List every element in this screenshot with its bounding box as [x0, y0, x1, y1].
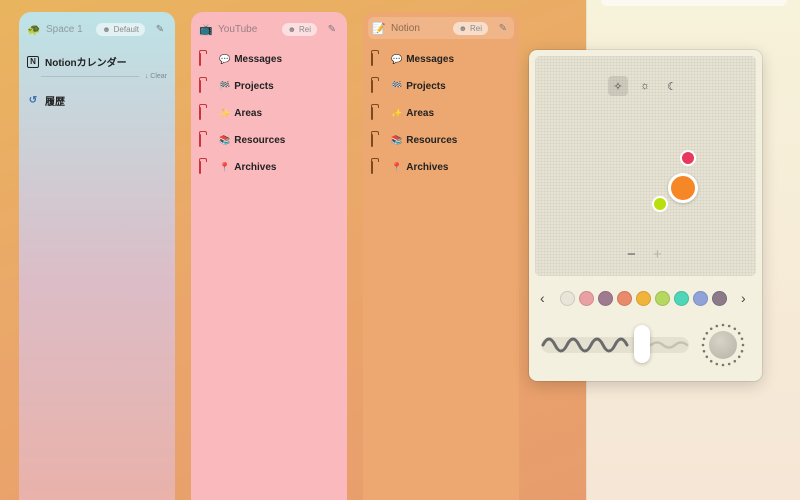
swatch[interactable]: [617, 291, 632, 306]
pin-icon: 📍: [219, 162, 231, 172]
wave-track-icon: [541, 337, 689, 353]
next-swatches-button[interactable]: ›: [741, 290, 746, 306]
folder-icon: [199, 79, 213, 93]
folder-icon: [199, 52, 213, 66]
profile-badge[interactable]: ☻ Rei: [281, 22, 317, 36]
folder-item-projects[interactable]: 🏁 Projects: [199, 73, 339, 100]
dial-knob[interactable]: [709, 331, 737, 359]
moon-icon[interactable]: ☾: [662, 76, 682, 96]
turtle-icon: 🐢: [27, 23, 41, 36]
swatch[interactable]: [655, 291, 670, 306]
folder-item-projects[interactable]: 🏁 Projects: [371, 73, 511, 100]
pin-icon: 📍: [391, 162, 403, 172]
folder-icon: [371, 133, 385, 147]
space-title: Notion: [391, 22, 420, 34]
books-icon: 📚: [391, 135, 403, 145]
edit-icon[interactable]: ✎: [153, 24, 167, 35]
folder-item-resources[interactable]: 📚 Resources: [371, 127, 511, 154]
color-grid-canvas[interactable]: ✧ ☼ ☾ − +: [535, 56, 756, 276]
folder-item-archives[interactable]: 📍 Archives: [199, 154, 339, 181]
space-header[interactable]: 🐢 Space 1 ☻ Default ✎: [27, 20, 167, 38]
smiley-icon: ☻: [287, 24, 296, 34]
folder-icon: [371, 52, 385, 66]
folder-item-messages[interactable]: 💬 Messages: [371, 46, 511, 73]
checkered-flag-icon: 🏁: [219, 81, 231, 91]
swatch[interactable]: [579, 291, 594, 306]
profile-badge[interactable]: ☻ Default: [96, 22, 145, 36]
swatch-row: ‹ ›: [529, 288, 762, 310]
space-title: Space 1: [46, 23, 83, 35]
space-panel-1[interactable]: 🐢 Space 1 ☻ Default ✎ N Notionカレンダー ↓ Cle…: [19, 12, 175, 500]
color-point-pink[interactable]: [680, 150, 696, 166]
checkered-flag-icon: 🏁: [391, 81, 403, 91]
texture-slider[interactable]: [541, 325, 691, 365]
smiley-icon: ☻: [102, 24, 111, 34]
sparkles-icon: ✨: [219, 108, 231, 118]
profile-badge[interactable]: ☻ Rei: [452, 21, 488, 35]
folder-icon: [199, 106, 213, 120]
swatch[interactable]: [636, 291, 651, 306]
swatch[interactable]: [560, 291, 575, 306]
sun-icon[interactable]: ☼: [635, 76, 655, 96]
space-header[interactable]: 📺 YouTube ☻ Rei ✎: [199, 20, 339, 38]
swatch[interactable]: [693, 291, 708, 306]
clear-button[interactable]: ↓ Clear: [145, 73, 167, 80]
color-point-lime[interactable]: [652, 196, 668, 212]
divider-line: [41, 75, 139, 77]
folder-item-archives[interactable]: 📍 Archives: [371, 154, 511, 181]
space-header[interactable]: 📝 Notion ☻ Rei ✎: [368, 17, 514, 39]
folder-icon: [199, 160, 213, 174]
folder-item-messages[interactable]: 💬 Messages: [199, 46, 339, 73]
clear-divider: ↓ Clear: [27, 71, 167, 81]
history-icon: ↺: [28, 95, 38, 106]
space-panel-2[interactable]: 📺 YouTube ☻ Rei ✎ 💬 Messages 🏁 Projects ✨ Ar…: [191, 12, 347, 500]
folder-item-resources[interactable]: 📚 Resources: [199, 127, 339, 154]
swatch[interactable]: [712, 291, 727, 306]
swatch[interactable]: [598, 291, 613, 306]
notion-logo-icon: N: [27, 55, 39, 68]
top-bar: [601, 0, 787, 6]
sparkles-icon: ✨: [391, 108, 403, 118]
folder-icon: [371, 160, 385, 174]
tv-icon: 📺: [199, 23, 213, 36]
sparkle-icon[interactable]: ✧: [608, 76, 628, 96]
smiley-icon: ☻: [458, 23, 467, 33]
color-point-orange[interactable]: [668, 173, 698, 203]
swatch[interactable]: [674, 291, 689, 306]
edit-icon[interactable]: ✎: [496, 23, 510, 34]
folder-item-areas[interactable]: ✨ Areas: [371, 100, 511, 127]
books-icon: 📚: [219, 135, 231, 145]
grain-dial[interactable]: [700, 322, 746, 368]
edit-icon[interactable]: ✎: [325, 24, 339, 35]
folder-icon: [199, 133, 213, 147]
theme-color-picker-popup: ✧ ☼ ☾ − + ‹ ›: [529, 50, 762, 381]
zoom-out-button[interactable]: −: [627, 246, 636, 263]
zoom-in-button[interactable]: +: [653, 246, 662, 263]
notepad-icon: 📝: [372, 22, 386, 35]
space-title: YouTube: [218, 23, 258, 35]
folder-icon: [371, 106, 385, 120]
slider-knob[interactable]: [634, 325, 650, 363]
space-panel-3[interactable]: 📝 Notion ☻ Rei ✎ 💬 Messages 🏁 Projects ✨ Are…: [363, 12, 519, 500]
folder-icon: [371, 79, 385, 93]
folder-item-areas[interactable]: ✨ Areas: [199, 100, 339, 127]
speech-bubble-icon: 💬: [391, 54, 403, 64]
speech-bubble-icon: 💬: [219, 54, 231, 64]
prev-swatches-button[interactable]: ‹: [540, 290, 545, 306]
history-item[interactable]: ↺ 履歴: [27, 87, 167, 114]
